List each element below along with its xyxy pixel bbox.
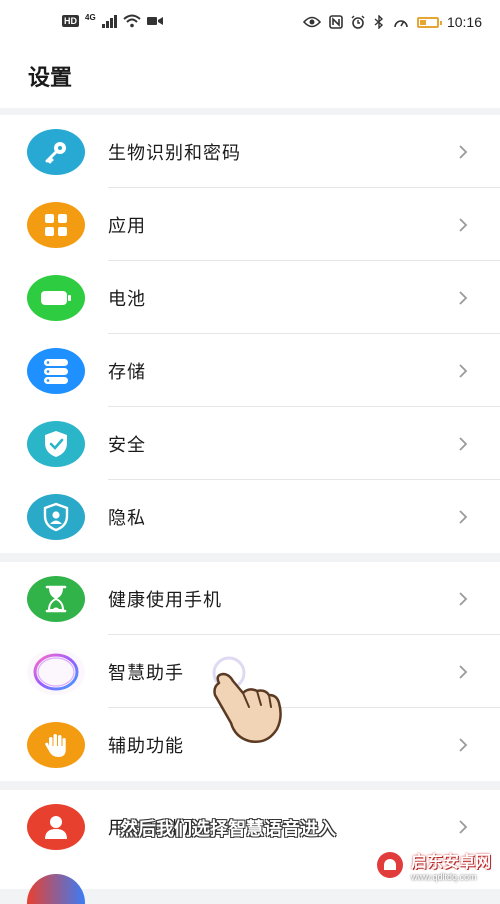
chevron-right-icon	[459, 591, 468, 606]
settings-item-security[interactable]: 安全	[0, 407, 500, 480]
chevron-right-icon	[459, 290, 468, 305]
eye-icon	[302, 16, 321, 28]
settings-item-label: 隐私	[108, 507, 146, 529]
watermark-url: www.qdltdq.com	[411, 872, 477, 882]
bluetooth-icon	[374, 15, 383, 29]
alarm-icon	[351, 15, 365, 29]
chevron-right-icon	[459, 363, 468, 378]
partial-next-item-icon	[27, 874, 85, 904]
watermark-logo-icon	[377, 852, 403, 878]
hourglass-icon	[27, 575, 85, 622]
hd-indicator: HD	[62, 15, 79, 27]
settings-item-label: 应用	[108, 215, 146, 237]
storage-icon	[27, 347, 85, 394]
header: 设置	[0, 50, 500, 108]
hand-icon	[27, 721, 85, 768]
chevron-right-icon	[459, 144, 468, 159]
speedometer-icon	[394, 20, 408, 28]
status-left: HD 4G	[62, 12, 163, 28]
settings-item-battery[interactable]: 电池	[0, 261, 500, 334]
signal-icon	[101, 14, 117, 28]
nfc-icon	[329, 15, 343, 29]
shield-check-icon	[27, 420, 85, 467]
settings-item-apps[interactable]: 应用	[0, 188, 500, 261]
assistant-orb-icon	[27, 648, 85, 695]
settings-item-storage[interactable]: 存储	[0, 334, 500, 407]
chevron-right-icon	[459, 509, 468, 524]
apps-grid-icon	[27, 201, 85, 248]
settings-item-privacy[interactable]: 隐私	[0, 480, 500, 553]
wifi-icon	[123, 14, 141, 28]
chevron-right-icon	[459, 664, 468, 679]
battery-icon	[416, 16, 442, 28]
settings-item-biometrics-password[interactable]: 生物识别和密码	[0, 115, 500, 188]
video-subtitle: 然后我们选择智慧语音进入	[120, 819, 336, 840]
settings-item-label: 电池	[108, 288, 146, 310]
settings-item-label: 存储	[108, 361, 146, 383]
chevron-right-icon	[459, 436, 468, 451]
privacy-user-icon	[27, 493, 85, 540]
settings-item-digital-balance[interactable]: 健康使用手机	[0, 562, 500, 635]
pointing-hand-icon	[212, 656, 282, 743]
watermark-title: 启东安卓网	[411, 852, 492, 871]
status-bar: HD 4G 10:16	[0, 0, 500, 50]
settings-item-label: 健康使用手机	[108, 589, 222, 611]
settings-group-1: 生物识别和密码 应用 电池 存储 安全 隐私	[0, 115, 500, 553]
page-title: 设置	[28, 66, 73, 91]
settings-item-label: 辅助功能	[108, 735, 184, 757]
key-icon	[27, 128, 85, 175]
settings-item-label: 生物识别和密码	[108, 142, 241, 164]
network-type: 4G	[85, 12, 96, 22]
clock: 10:16	[446, 14, 482, 30]
chevron-right-icon	[459, 737, 468, 752]
user-icon	[27, 803, 85, 850]
chevron-right-icon	[459, 819, 468, 834]
video-icon	[146, 17, 163, 25]
watermark: 启东安卓网 www.qdltdq.com	[375, 848, 491, 882]
status-right: 10:16	[302, 14, 482, 30]
battery-icon	[27, 274, 85, 321]
settings-item-label: 安全	[108, 434, 146, 456]
settings-item-label: 智慧助手	[108, 662, 184, 684]
chevron-right-icon	[459, 217, 468, 232]
